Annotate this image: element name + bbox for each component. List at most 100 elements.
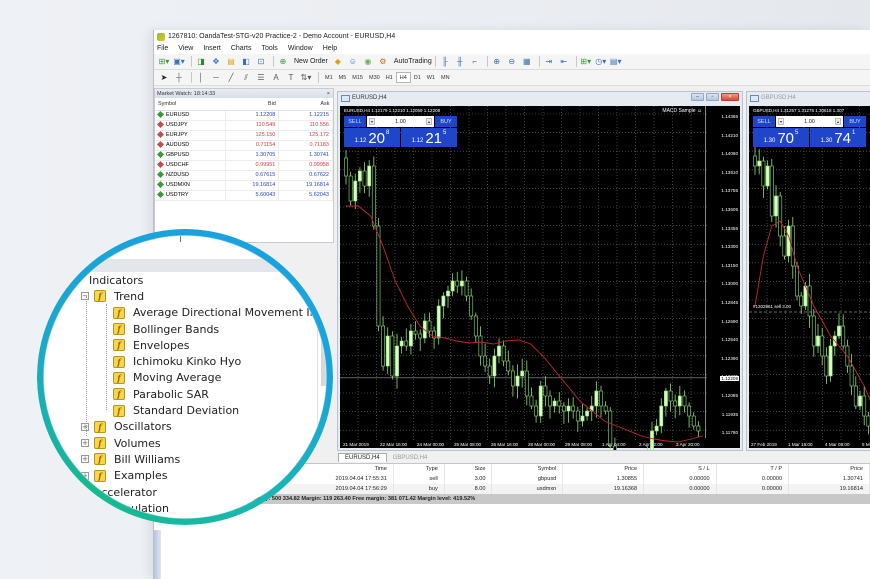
navigator-root[interactable]: Indicators (79, 272, 326, 288)
gbpusd-sell-button[interactable]: SELL (753, 116, 775, 127)
menu-charts[interactable]: Charts (231, 45, 252, 52)
periods-icon[interactable]: ◷▾ (595, 56, 607, 68)
navigator-group[interactable]: + f Oscillators (79, 419, 326, 435)
text-label-icon[interactable]: T (285, 72, 297, 84)
collapse-icon[interactable]: − (81, 292, 89, 301)
time-axis[interactable]: 21 Mar 2019 22 Mar 16:00 24 Mar 00:00 25 Ma… (340, 438, 705, 448)
market-watch-row[interactable]: USDTRY 5.60043 5.62043 (155, 190, 333, 201)
expand-icon[interactable]: + (81, 439, 89, 448)
timeframe-m1[interactable]: M1 (322, 72, 336, 83)
maximize-button[interactable]: ▫ (706, 93, 719, 101)
gbpusd-sell-price[interactable]: 1.30 70 5 (753, 128, 809, 147)
column-header[interactable]: Size (444, 464, 493, 474)
timeframe-m5[interactable]: M5 (336, 72, 350, 83)
navigator-item[interactable]: Accelerator (79, 484, 326, 500)
chart-shift-icon[interactable]: ⇤ (558, 56, 570, 68)
buy-price[interactable]: 1.12 21 5 (401, 128, 457, 147)
new-order-button[interactable]: New Order (294, 58, 328, 65)
timeframe-d1[interactable]: D1 (411, 72, 424, 83)
menu-file[interactable]: File (157, 45, 168, 52)
menu-help[interactable]: Help (323, 45, 337, 52)
data-window-icon[interactable]: ✥ (210, 56, 222, 68)
timeframe-m30[interactable]: M30 (366, 72, 383, 83)
tile-windows-icon[interactable]: ▦ (521, 56, 533, 68)
signals-icon[interactable]: ◉ (362, 56, 374, 68)
fibonacci-icon[interactable]: ☰ (255, 72, 267, 84)
navigator-partial-tab[interactable]: t (157, 236, 159, 239)
minimize-button[interactable]: – (691, 93, 704, 101)
market-watch-row[interactable]: EURJPY 125.150 125.172 (155, 130, 333, 141)
column-header[interactable]: Price (788, 464, 870, 474)
indicators-icon[interactable]: ⊞▾ (580, 56, 592, 68)
channel-icon[interactable]: ⫽ (240, 72, 252, 84)
zoom-in-icon[interactable]: ⊕ (491, 56, 503, 68)
trendline-icon[interactable]: ╱ (225, 72, 237, 84)
expand-icon[interactable]: + (81, 455, 89, 464)
gbpusd-buy-price[interactable]: 1.30 74 1 (810, 128, 866, 147)
autotrading-icon[interactable]: ⚙ (377, 56, 389, 68)
timeframe-w1[interactable]: W1 (424, 72, 438, 83)
gbpusd-time-axis[interactable]: 27 Feb 2019 1 Mar 16:00 4 Mar 08:00 5 M (749, 438, 870, 448)
close-button[interactable]: × (721, 93, 739, 101)
terminal-side-tab[interactable] (154, 530, 161, 579)
menu-insert[interactable]: Insert (203, 45, 221, 52)
gbpusd-buy-button[interactable]: BUY (844, 116, 866, 127)
column-header[interactable]: S / L (643, 464, 717, 474)
navigator-item[interactable]: f Bollinger Bands (79, 321, 326, 337)
column-header[interactable]: T / P (716, 464, 790, 474)
lot-increase[interactable]: ▴ (835, 118, 841, 125)
timeframe-h4[interactable]: H4 (395, 72, 411, 83)
candlestick-icon[interactable]: ╫ (454, 56, 466, 68)
templates-icon[interactable]: ▤▾ (610, 56, 622, 68)
gbpusd-chart-plot[interactable]: GBPUSD,H4 1.31257 1.31275 1.30618 1.307 … (749, 106, 870, 448)
navigator-icon[interactable]: ▤ (225, 56, 237, 68)
navigator-item[interactable]: f Moving Average (79, 370, 326, 386)
close-icon[interactable]: × (327, 91, 330, 97)
buy-button[interactable]: BUY (435, 116, 457, 127)
navigator-item[interactable]: f Average Directional Movement Index (79, 305, 326, 321)
sell-price[interactable]: 1.12 20 8 (344, 128, 400, 147)
lot-decrease[interactable]: ▾ (778, 118, 784, 125)
market-watch-row[interactable]: EURUSD 1.12208 1.12215 (155, 110, 333, 121)
column-header[interactable]: Price (562, 464, 645, 474)
metaeditor-icon[interactable]: ◆ (332, 56, 344, 68)
menu-view[interactable]: View (178, 45, 193, 52)
lot-increase[interactable]: ▴ (426, 118, 432, 125)
line-chart-icon[interactable]: ⌐ (469, 56, 481, 68)
new-order-icon[interactable]: ⊕ (277, 56, 289, 68)
new-chart-icon[interactable]: ⊞▾ (158, 56, 170, 68)
strategy-tester-icon[interactable]: ⊡ (255, 56, 267, 68)
arrows-icon[interactable]: ⇅▾ (300, 72, 312, 84)
horizontal-line-icon[interactable]: ─ (210, 72, 222, 84)
market-watch-icon[interactable]: ◨ (195, 56, 207, 68)
navigator-group[interactable]: + f Examples (79, 468, 326, 484)
text-icon[interactable]: A (270, 72, 282, 84)
navigator-group[interactable]: + f Volumes (79, 435, 326, 451)
timeframe-mn[interactable]: MN (438, 72, 453, 83)
expand-icon[interactable]: + (81, 422, 89, 431)
navigator-group[interactable]: − f Trend (79, 288, 326, 304)
bar-chart-icon[interactable]: ╟ (439, 56, 451, 68)
market-watch-row[interactable]: NZDUSD 0.67615 0.67622 (155, 170, 333, 181)
market-watch-row[interactable]: AUDUSD 0.71154 0.71183 (155, 140, 333, 151)
zoom-out-icon[interactable]: ⊖ (506, 56, 518, 68)
community-icon[interactable]: ☺ (347, 56, 359, 68)
lot-decrease[interactable]: ▾ (369, 118, 375, 125)
eurusd-chart-plot[interactable]: EURUSD,H4 1.12179 1.12210 1.12059 1.1220… (340, 106, 740, 450)
crosshair-icon[interactable]: ┼ (173, 72, 185, 84)
navigator-item[interactable]: Accumulation (79, 500, 326, 516)
column-header[interactable]: Symbol (491, 464, 564, 474)
navigator-group[interactable]: + f Bill Williams (79, 451, 326, 467)
column-symbol[interactable]: Symbol (155, 98, 226, 111)
terminal-icon[interactable]: ◧ (240, 56, 252, 68)
autoscroll-icon[interactable]: ⇥ (543, 56, 555, 68)
column-bid[interactable]: Bid (225, 98, 279, 111)
vertical-line-icon[interactable]: │ (195, 72, 207, 84)
tab-gbpusd[interactable]: GBPUSD,H4 (387, 454, 434, 462)
market-watch-row[interactable]: USDJPY 110.549 110.556 (155, 120, 333, 131)
profiles-icon[interactable]: ▣▾ (173, 56, 185, 68)
sell-button[interactable]: SELL (344, 116, 366, 127)
market-watch-row[interactable]: USDMXN 19.16814 19.16814 (155, 180, 333, 191)
menu-tools[interactable]: Tools (261, 45, 277, 52)
timeframe-h1[interactable]: H1 (383, 72, 396, 83)
